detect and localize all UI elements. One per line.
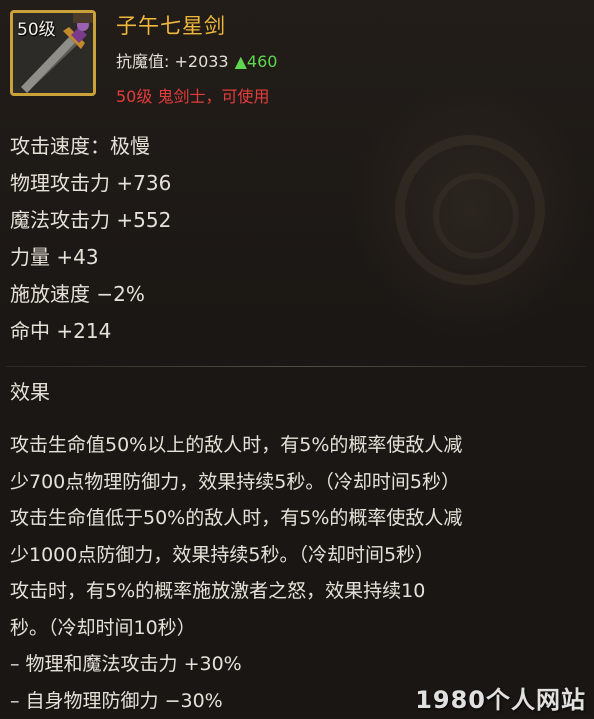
site-watermark: 1980个人网站 [415, 680, 586, 715]
class-requirement: 50级 鬼剑士，可使用 [116, 83, 269, 107]
effect-line: 攻击时，有5%的概率施放激者之怒，效果持续10 [10, 573, 462, 610]
effect-line: 攻击生命值50%以上的敌人时，有5%的概率使敌人减 [10, 427, 462, 464]
sword-icon[interactable]: 50级 [10, 10, 96, 96]
effect-line: 少1000点防御力，效果持续5秒。（冷却时间5秒） [10, 537, 462, 574]
magic-resist-increase: ▲460 [235, 52, 278, 71]
item-tooltip: 50级 子午七星剑 抗魔值: +2033 ▲460 50级 鬼剑士，可使用 攻击速… [0, 0, 594, 717]
stat-list: 攻击速度：极慢 物理攻击力 +736 魔法攻击力 +552 力量 +43 施放速… [10, 128, 171, 350]
stat-physical-attack: 物理攻击力 +736 [10, 165, 171, 202]
item-name: 子午七星剑 [116, 10, 226, 40]
stat-magic-attack: 魔法攻击力 +552 [10, 202, 171, 239]
section-divider [6, 366, 586, 367]
stat-hit-rate: 命中 +214 [10, 313, 171, 350]
effect-line: 秒。（冷却时间10秒） [10, 610, 462, 647]
stat-attack-speed: 攻击速度：极慢 [10, 128, 171, 165]
background-emblem [395, 135, 545, 285]
stat-cast-speed: 施放速度 −2% [10, 276, 171, 313]
magic-resist-value: 抗魔值: +2033 [116, 52, 229, 71]
magic-resist-row: 抗魔值: +2033 ▲460 [116, 48, 277, 72]
effect-line: 攻击生命值低于50%的敌人时，有5%的概率使敌人减 [10, 500, 462, 537]
effect-line: – 自身物理防御力 −30% [10, 683, 462, 719]
effect-title: 效果 [10, 376, 50, 405]
item-level-badge: 50级 [17, 15, 56, 40]
stat-strength: 力量 +43 [10, 239, 171, 276]
effect-line: – 物理和魔法攻击力 +30% [10, 646, 462, 683]
effect-description: 攻击生命值50%以上的敌人时，有5%的概率使敌人减 少700点物理防御力，效果持… [10, 427, 462, 719]
effect-line: 少700点物理防御力，效果持续5秒。（冷却时间5秒） [10, 464, 462, 501]
